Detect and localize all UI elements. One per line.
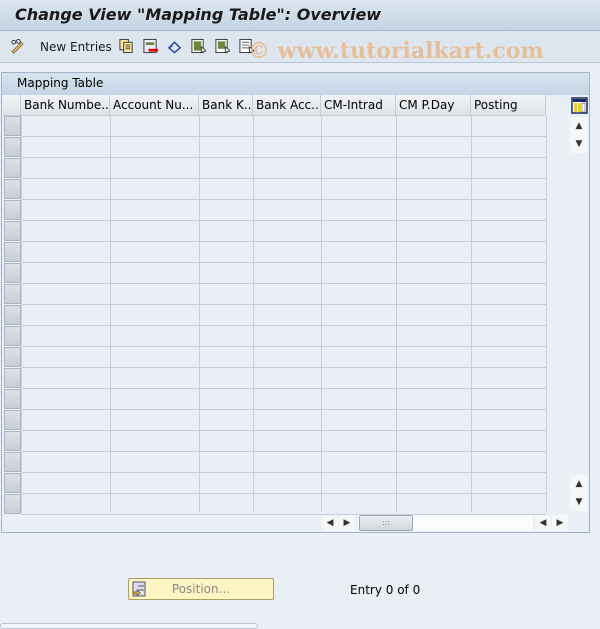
row-selector[interactable]	[4, 431, 21, 451]
title-bar: Change View "Mapping Table": Overview	[0, 0, 600, 31]
column-header-posting[interactable]: Posting	[471, 95, 546, 116]
row-selector[interactable]	[4, 263, 21, 283]
column-divider	[199, 116, 200, 512]
copy-icon[interactable]	[119, 38, 134, 54]
row-divider	[21, 283, 546, 284]
undo-icon[interactable]	[167, 38, 182, 54]
row-selector[interactable]	[4, 200, 21, 220]
row-selector[interactable]	[4, 452, 21, 472]
row-divider	[21, 493, 546, 494]
position-icon	[132, 581, 146, 597]
select-all-icon[interactable]	[191, 38, 206, 54]
column-header-cm-pday[interactable]: CM P.Day	[396, 95, 471, 116]
column-divider	[21, 116, 22, 512]
row-divider	[21, 199, 546, 200]
delete-icon[interactable]	[143, 38, 158, 54]
row-divider	[21, 409, 546, 410]
row-selector[interactable]	[4, 137, 21, 157]
column-divider	[321, 116, 322, 512]
watermark: © www.tutorialkart.com	[248, 38, 544, 64]
column-divider	[546, 116, 547, 512]
row-selector[interactable]	[4, 158, 21, 178]
row-selector[interactable]	[4, 242, 21, 262]
column-header-cm-intrad[interactable]: CM-Intrad	[321, 95, 396, 116]
row-selector[interactable]	[4, 179, 21, 199]
column-divider	[471, 116, 472, 512]
horizontal-scroll-thumb[interactable]: :::	[359, 515, 413, 531]
row-selector[interactable]	[4, 305, 21, 325]
row-selector[interactable]	[4, 389, 21, 409]
row-selector[interactable]	[4, 494, 21, 514]
row-selector[interactable]	[4, 284, 21, 304]
row-selector[interactable]	[4, 410, 21, 430]
position-label: Position...	[171, 582, 231, 596]
row-selector[interactable]	[4, 368, 21, 388]
scroll-right-button[interactable]: ▶	[339, 515, 355, 531]
row-selector[interactable]	[4, 116, 21, 136]
row-divider	[21, 367, 546, 368]
row-selector[interactable]	[4, 347, 21, 367]
new-entries-button[interactable]: New Entries	[40, 40, 112, 58]
edit-glasses-icon[interactable]	[10, 38, 25, 54]
column-divider	[110, 116, 111, 512]
row-divider	[21, 157, 546, 158]
column-header-bank-account[interactable]: Bank Acc...	[253, 95, 321, 116]
position-button[interactable]: Position...	[128, 578, 274, 600]
row-divider	[21, 304, 546, 305]
row-divider	[21, 178, 546, 179]
scroll-up-button[interactable]: ▲	[570, 117, 588, 135]
scroll-down-bottom-button[interactable]: ▼	[570, 493, 588, 511]
row-divider	[21, 451, 546, 452]
table-title: Mapping Table	[2, 73, 589, 95]
entry-count: Entry 0 of 0	[350, 583, 421, 597]
row-divider	[21, 262, 546, 263]
scroll-right-end-button[interactable]: ▶	[552, 515, 568, 531]
row-divider	[21, 220, 546, 221]
row-selector[interactable]	[4, 473, 21, 493]
select-all-rows-corner[interactable]	[3, 95, 21, 116]
scroll-left-button[interactable]: ◀	[322, 515, 338, 531]
select-block-icon[interactable]	[215, 38, 230, 54]
column-settings-icon[interactable]	[571, 97, 588, 114]
page-title: Change View "Mapping Table": Overview	[15, 5, 382, 24]
row-divider	[21, 241, 546, 242]
row-divider	[21, 388, 546, 389]
scroll-down-button[interactable]: ▼	[570, 135, 588, 153]
scroll-left-end-button[interactable]: ◀	[535, 515, 551, 531]
column-header-bank-key[interactable]: Bank K...	[199, 95, 253, 116]
bottom-tab	[0, 623, 258, 629]
column-divider	[253, 116, 254, 512]
scroll-up-bottom-button[interactable]: ▲	[570, 475, 588, 493]
row-divider	[21, 346, 546, 347]
row-selector[interactable]	[4, 221, 21, 241]
row-selector[interactable]	[4, 326, 21, 346]
column-divider	[396, 116, 397, 512]
row-divider	[21, 430, 546, 431]
row-divider	[21, 325, 546, 326]
mapping-table-panel: Mapping Table Bank Numbe... Account Nu..…	[1, 72, 590, 533]
row-divider	[21, 472, 546, 473]
column-header-bank-number[interactable]: Bank Numbe...	[21, 95, 110, 116]
application-toolbar: New Entries © www.tutorialkart.com	[0, 31, 600, 64]
column-header-account-number[interactable]: Account Nu...	[110, 95, 199, 116]
row-divider	[21, 136, 546, 137]
